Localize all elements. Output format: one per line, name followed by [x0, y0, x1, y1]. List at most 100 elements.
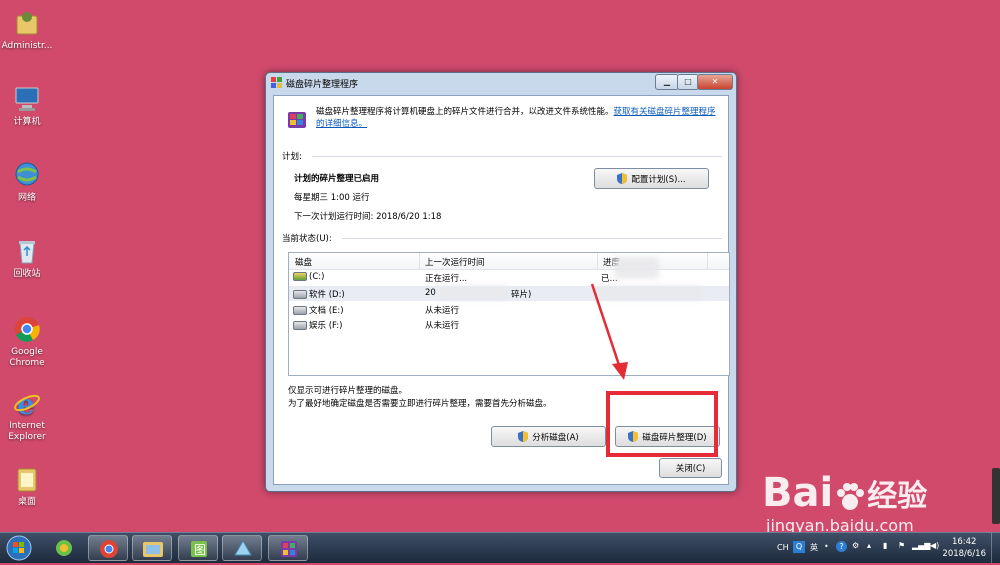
- disk-row-c[interactable]: (C:) 正在运行... 已...: [289, 270, 729, 285]
- configure-schedule-button[interactable]: 配置计划(S)...: [594, 168, 709, 189]
- taskbar-app-5[interactable]: [222, 535, 262, 561]
- taskbar-explorer[interactable]: [132, 535, 172, 561]
- close-window-button[interactable]: ✕: [697, 74, 733, 90]
- tray-network-icon[interactable]: ▂▄▆: [912, 541, 930, 550]
- user-folder-icon: [12, 8, 42, 38]
- disk-row-e[interactable]: 文档 (E:) 从未运行: [289, 302, 729, 317]
- desktop-icon-ie[interactable]: e Internet Explorer: [0, 388, 54, 443]
- desktop-icon-label: 桌面: [17, 497, 36, 507]
- window-titlebar[interactable]: 磁盘碎片整理程序 ▁ □ ✕: [266, 73, 736, 93]
- drive-icon: [293, 290, 307, 299]
- disk-name: 软件 (D:): [309, 290, 345, 300]
- desktop-icon-chrome[interactable]: Google Chrome: [0, 314, 54, 369]
- desktop-icon-label: 网络: [17, 193, 36, 203]
- annotation-arrow: [590, 283, 628, 380]
- schedule-section-label: 计划:: [282, 152, 302, 162]
- tray-ime-mode[interactable]: 英: [810, 542, 818, 553]
- tray-show-hidden-icon[interactable]: ▴: [867, 541, 871, 550]
- defrag-program-icon: [286, 108, 308, 130]
- folder-icon: [12, 464, 42, 494]
- note-line-2: 为了最好地确定磁盘是否需要立即进行碎片整理，需要首先分析磁盘。: [288, 399, 552, 409]
- column-disk[interactable]: 磁盘: [295, 256, 312, 268]
- start-button[interactable]: [4, 534, 34, 562]
- column-last-run[interactable]: 上一次运行时间: [425, 256, 485, 268]
- desktop-icon-administrator[interactable]: Administr...: [0, 8, 54, 52]
- defrag-app-icon: [271, 77, 282, 88]
- disk-cell: 软件 (D:): [293, 288, 345, 300]
- desktop-icon-desktop-folder[interactable]: 桌面: [0, 464, 54, 508]
- drive-icon: [293, 306, 307, 315]
- status-section-label: 当前状态(U):: [282, 234, 332, 244]
- next-run-text: 下一次计划运行时间: 2018/6/20 1:18: [294, 212, 442, 222]
- taskbar-defrag[interactable]: [268, 535, 308, 561]
- tray-ime-q-icon[interactable]: Q: [793, 541, 805, 553]
- window-title: 磁盘碎片整理程序: [286, 80, 359, 90]
- maximize-button[interactable]: □: [677, 74, 699, 90]
- configure-schedule-label: 配置计划(S)...: [631, 174, 686, 185]
- clock-time: 16:42: [951, 537, 977, 547]
- tray-usb-icon[interactable]: ▮: [883, 541, 887, 550]
- svg-text:图: 图: [194, 543, 206, 557]
- status-divider: [342, 238, 722, 239]
- tray-language[interactable]: CH: [777, 543, 789, 552]
- watermark-brand: Bai: [762, 470, 834, 516]
- show-desktop-button[interactable]: [991, 533, 1000, 563]
- redaction-blur: [614, 257, 659, 279]
- side-widget: [992, 468, 1000, 524]
- computer-icon: [12, 84, 42, 114]
- drive-icon: [293, 321, 307, 330]
- disk-list-header: 磁盘 上一次运行时间 进度: [289, 253, 729, 270]
- taskbar-app-1[interactable]: [44, 535, 84, 561]
- column-separator: [419, 253, 420, 269]
- disk-name: 娱乐 (F:): [309, 321, 343, 331]
- tray-flag-icon[interactable]: ⚑: [898, 541, 905, 550]
- tray-help-icon[interactable]: ?: [836, 541, 847, 552]
- clock-date: 2018/6/16: [942, 549, 986, 559]
- analyze-disk-button[interactable]: 分析磁盘(A): [491, 426, 606, 447]
- analyze-disk-label: 分析磁盘(A): [532, 432, 579, 443]
- disk-name: (C:): [309, 272, 325, 282]
- uac-shield-icon: [617, 173, 628, 184]
- svg-text:e: e: [17, 388, 35, 418]
- chrome-icon: [12, 314, 42, 344]
- tray-volume-icon[interactable]: ◀): [930, 541, 939, 550]
- baidu-logo-watermark: Bai 经验: [762, 470, 927, 516]
- last-run-cell: 从未运行: [425, 321, 460, 331]
- schedule-enabled-text: 计划的碎片整理已启用: [294, 174, 380, 184]
- watermark-brand-2: 经验: [867, 479, 928, 514]
- desktop-icon-computer[interactable]: 计算机: [0, 84, 54, 128]
- disk-cell: 娱乐 (F:): [293, 319, 342, 331]
- schedule-divider: [312, 156, 722, 157]
- system-drive-icon: [293, 272, 307, 281]
- disk-cell: (C:): [293, 272, 324, 282]
- tray-settings-icon[interactable]: ⚙: [852, 541, 859, 550]
- close-button[interactable]: 关闭(C): [659, 458, 722, 478]
- disk-name: 文档 (E:): [309, 306, 344, 316]
- column-separator: [707, 253, 708, 269]
- disk-list[interactable]: 磁盘 上一次运行时间 进度 (C:) 正在运行... 已... 软件 (D:) …: [288, 252, 730, 376]
- taskbar-chrome[interactable]: [88, 535, 128, 561]
- desktop-icon-network[interactable]: 网络: [0, 160, 54, 204]
- last-run-cell: 从未运行: [425, 306, 460, 316]
- internet-explorer-icon: e: [12, 388, 42, 421]
- taskbar-app-4[interactable]: 图: [178, 535, 218, 561]
- desktop-icon-recycle-bin[interactable]: 回收站: [0, 236, 54, 280]
- last-run-extra: 碎片): [511, 290, 532, 300]
- desktop-icon-label: 计算机: [13, 117, 41, 127]
- note-line-1: 仅显示可进行碎片整理的磁盘。: [288, 386, 408, 396]
- disk-cell: 文档 (E:): [293, 304, 344, 316]
- close-label: 关闭(C): [675, 464, 706, 474]
- last-run-cell: 正在运行...: [425, 274, 468, 284]
- annotation-highlight-box: [606, 391, 718, 457]
- taskbar-clock[interactable]: 16:42 2018/6/16: [942, 536, 986, 560]
- disk-row-f[interactable]: 娱乐 (F:) 从未运行: [289, 317, 729, 332]
- recycle-bin-icon: [12, 236, 42, 266]
- desktop-icon-label: Google Chrome: [9, 347, 45, 368]
- desktop-icon-label: Administr...: [1, 41, 53, 51]
- last-run-cell: 20: [425, 288, 436, 298]
- column-separator: [597, 253, 598, 269]
- tray-punctuation-icon[interactable]: •: [824, 542, 829, 551]
- redaction-blur: [439, 286, 509, 300]
- minimize-button[interactable]: ▁: [655, 74, 679, 90]
- taskbar: 图 CH Q 英 • ? ⚙ ▴ ▮ ⚑ ▂▄▆ ◀) 16:42 2018/6…: [0, 532, 1000, 563]
